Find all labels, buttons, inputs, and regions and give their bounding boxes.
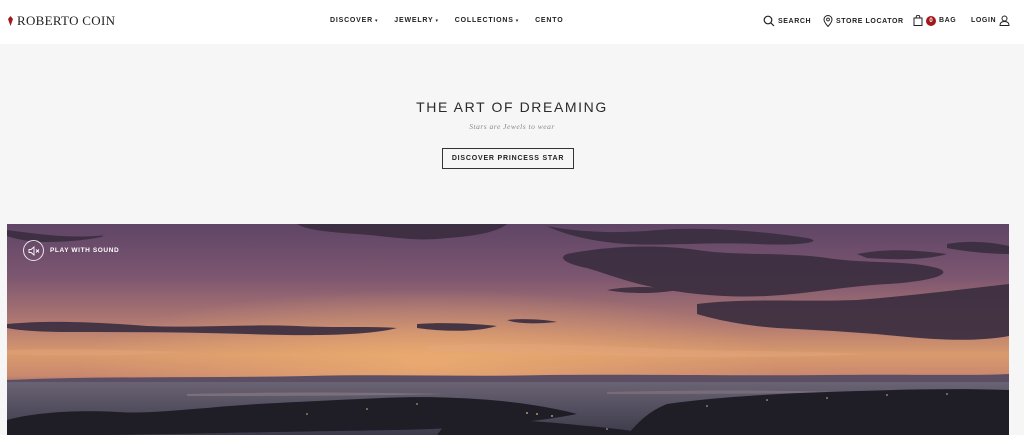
- nav-item-label: COLLECTIONS: [454, 17, 514, 24]
- nav-item-label: CENTO: [535, 17, 564, 24]
- map-pin-icon: [823, 15, 833, 27]
- sunset-video-frame: [7, 224, 1009, 435]
- main-nav: DISCOVER ▾ JEWELRY ▾ COLLECTIONS ▾ CENTO: [330, 17, 563, 24]
- nav-item-cento[interactable]: CENTO: [535, 17, 563, 24]
- search-icon: [763, 15, 775, 27]
- bag-label: BAG: [939, 17, 957, 24]
- hero-section: THE ART OF DREAMING Stars are Jewels to …: [0, 44, 1024, 224]
- store-locator-link[interactable]: STORE LOCATOR: [823, 15, 904, 27]
- search-label: SEARCH: [778, 17, 812, 25]
- sound-toggle-circle: [23, 240, 44, 261]
- nav-item-jewelry[interactable]: JEWELRY ▾: [394, 17, 439, 24]
- login-link[interactable]: LOGIN: [971, 15, 1010, 26]
- logo-gem-icon: [8, 16, 13, 26]
- nav-item-label: DISCOVER: [330, 17, 373, 24]
- chevron-down-icon: ▾: [515, 17, 520, 24]
- chevron-down-icon: ▾: [435, 17, 439, 24]
- discover-princess-star-button[interactable]: DISCOVER PRINCESS STAR: [442, 148, 574, 169]
- hero-subtitle: Stars are Jewels to wear: [469, 122, 555, 131]
- nav-item-collections[interactable]: COLLECTIONS ▾: [455, 17, 519, 24]
- bag-button[interactable]: 0 BAG: [913, 15, 956, 26]
- nav-item-discover[interactable]: DISCOVER ▾: [330, 17, 378, 24]
- login-label: LOGIN: [971, 17, 997, 24]
- speaker-muted-icon: [28, 245, 39, 256]
- store-locator-label: STORE LOCATOR: [836, 17, 904, 25]
- chevron-down-icon: ▾: [374, 17, 379, 24]
- bag-icon: [913, 15, 923, 26]
- brand-logo[interactable]: ROBERTO COIN: [8, 13, 115, 29]
- site-header: ROBERTO COIN DISCOVER ▾ JEWELRY ▾ COLLECTI…: [0, 0, 1024, 44]
- nav-item-label: JEWELRY: [394, 17, 434, 24]
- video-banner[interactable]: PLAY WITH SOUND: [7, 224, 1009, 435]
- play-with-sound-button[interactable]: PLAY WITH SOUND: [23, 240, 119, 261]
- search-button[interactable]: SEARCH: [763, 15, 811, 27]
- play-with-sound-label: PLAY WITH SOUND: [50, 247, 120, 254]
- bag-count-badge: 0: [926, 15, 936, 26]
- user-icon: [999, 15, 1010, 26]
- hero-title: THE ART OF DREAMING: [416, 99, 608, 115]
- logo-text: ROBERTO COIN: [17, 13, 116, 28]
